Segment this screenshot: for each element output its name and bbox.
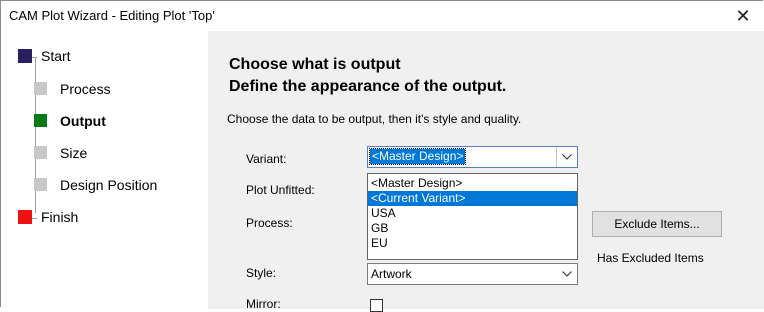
wizard-window: CAM Plot Wizard - Editing Plot 'Top' ✕ S… bbox=[0, 0, 764, 312]
chevron-down-icon[interactable] bbox=[557, 264, 577, 284]
step-size[interactable]: Size bbox=[1, 143, 201, 163]
step-output-label: Output bbox=[60, 113, 106, 129]
step-finish-label: Finish bbox=[41, 209, 79, 225]
close-icon[interactable]: ✕ bbox=[723, 1, 763, 31]
page-description: Choose the data to be output, then it's … bbox=[227, 112, 522, 126]
step-process[interactable]: Process bbox=[1, 79, 201, 99]
exclude-items-button[interactable]: Exclude Items... bbox=[592, 211, 722, 237]
page-subtitle: Define the appearance of the output. bbox=[229, 78, 507, 95]
step-design-position-label: Design Position bbox=[60, 177, 158, 193]
dropdown-option-highlighted[interactable]: <Current Variant> bbox=[368, 191, 577, 206]
style-selected-value: Artwork bbox=[371, 267, 412, 281]
step-start[interactable]: Start bbox=[1, 46, 201, 66]
step-output[interactable]: Output bbox=[1, 111, 201, 131]
style-select[interactable]: Artwork bbox=[367, 263, 578, 285]
step-process-label: Process bbox=[60, 81, 111, 97]
excluded-status-text: Has Excluded Items bbox=[597, 251, 704, 265]
step-finish[interactable]: Finish bbox=[1, 207, 201, 227]
step-output-marker bbox=[34, 114, 47, 127]
process-label: Process: bbox=[246, 216, 293, 230]
plot-unfitted-label: Plot Unfitted: bbox=[246, 183, 315, 197]
wizard-steps-panel: Start Process Output Size Design Positio… bbox=[1, 31, 206, 309]
chevron-down-icon[interactable] bbox=[556, 147, 577, 167]
step-process-marker bbox=[34, 82, 47, 95]
tree-branch bbox=[32, 57, 37, 58]
variant-selected-value: <Master Design> bbox=[368, 148, 467, 165]
dropdown-option[interactable]: GB bbox=[368, 221, 577, 236]
mirror-checkbox[interactable] bbox=[370, 299, 383, 312]
dropdown-option[interactable]: USA bbox=[368, 206, 577, 221]
tree-branch bbox=[32, 218, 37, 219]
variant-label: Variant: bbox=[246, 152, 287, 166]
style-label: Style: bbox=[246, 266, 277, 280]
dropdown-option[interactable]: <Master Design> bbox=[368, 176, 577, 191]
page-title: Choose what is output bbox=[229, 56, 401, 73]
step-size-label: Size bbox=[60, 145, 88, 161]
step-start-marker bbox=[18, 49, 32, 63]
variant-dropdown-list[interactable]: <Master Design> <Current Variant> USA GB… bbox=[367, 173, 578, 260]
title-bar[interactable]: CAM Plot Wizard - Editing Plot 'Top' ✕ bbox=[1, 1, 763, 31]
step-design-position-marker bbox=[34, 178, 47, 191]
window-title: CAM Plot Wizard - Editing Plot 'Top' bbox=[9, 8, 215, 23]
step-size-marker bbox=[34, 146, 47, 159]
step-design-position[interactable]: Design Position bbox=[1, 175, 201, 195]
dropdown-option[interactable]: EU bbox=[368, 236, 577, 251]
variant-select[interactable]: <Master Design> bbox=[367, 146, 578, 168]
step-start-label: Start bbox=[41, 48, 71, 64]
step-finish-marker bbox=[18, 210, 32, 224]
mirror-label: Mirror: bbox=[246, 297, 281, 311]
